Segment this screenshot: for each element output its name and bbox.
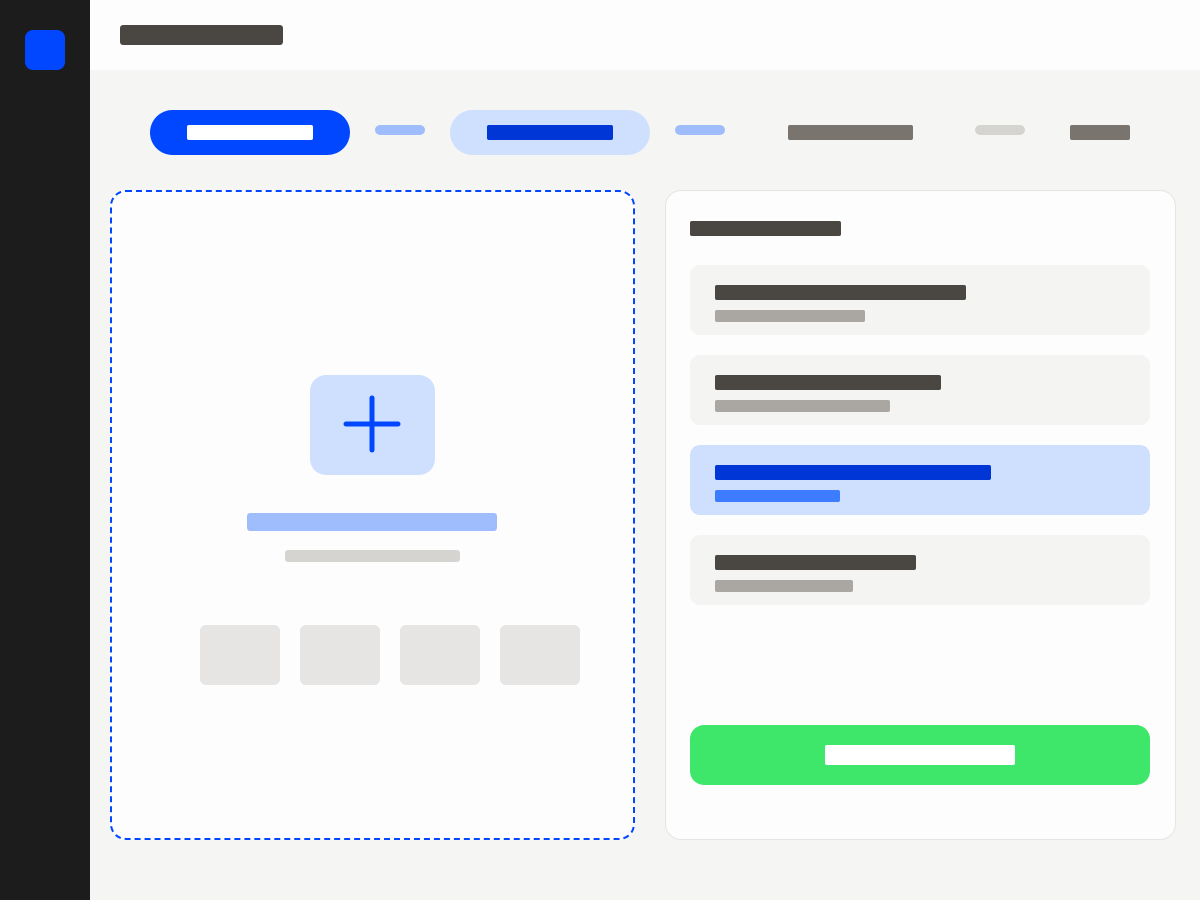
primary-action-label-placeholder bbox=[825, 745, 1015, 765]
option-item[interactable] bbox=[690, 265, 1150, 335]
page-title-placeholder bbox=[120, 25, 283, 45]
option-subtitle-placeholder bbox=[715, 490, 840, 502]
step-3-upcoming[interactable] bbox=[788, 125, 913, 140]
step-2-label-placeholder bbox=[487, 125, 613, 140]
app-logo-icon[interactable] bbox=[25, 30, 65, 70]
option-title-placeholder bbox=[715, 555, 916, 570]
option-title-placeholder bbox=[715, 285, 966, 300]
dropzone-hint-placeholder bbox=[285, 550, 460, 562]
option-item-selected[interactable] bbox=[690, 445, 1150, 515]
options-panel bbox=[665, 190, 1176, 840]
plus-icon bbox=[343, 395, 401, 453]
step-connector bbox=[975, 125, 1025, 135]
option-title-placeholder bbox=[715, 375, 941, 390]
add-file-button[interactable] bbox=[310, 375, 435, 475]
step-1-completed[interactable] bbox=[150, 110, 350, 155]
option-title-placeholder bbox=[715, 465, 991, 480]
step-connector bbox=[375, 125, 425, 135]
format-chip bbox=[300, 625, 380, 685]
file-dropzone[interactable] bbox=[110, 190, 635, 840]
panel-title-placeholder bbox=[690, 221, 841, 236]
option-subtitle-placeholder bbox=[715, 310, 865, 322]
step-4-upcoming[interactable] bbox=[1070, 125, 1130, 140]
step-1-label-placeholder bbox=[187, 125, 313, 140]
primary-action-button[interactable] bbox=[690, 725, 1150, 785]
format-chip bbox=[400, 625, 480, 685]
format-chip bbox=[500, 625, 580, 685]
step-2-current[interactable] bbox=[450, 110, 650, 155]
option-item[interactable] bbox=[690, 355, 1150, 425]
option-subtitle-placeholder bbox=[715, 400, 890, 412]
format-chip bbox=[200, 625, 280, 685]
dropzone-heading-placeholder bbox=[247, 513, 497, 531]
sidebar bbox=[0, 0, 90, 900]
step-connector bbox=[675, 125, 725, 135]
top-bar bbox=[90, 0, 1200, 70]
option-item[interactable] bbox=[690, 535, 1150, 605]
option-subtitle-placeholder bbox=[715, 580, 853, 592]
